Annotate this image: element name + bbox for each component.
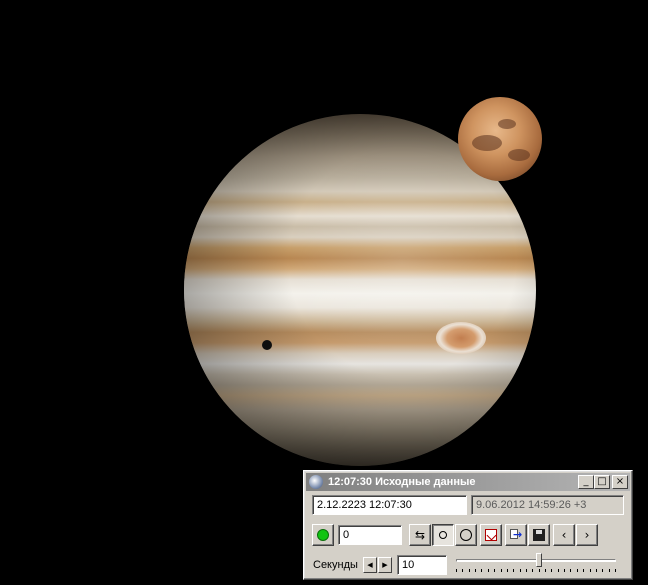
prev-icon: ‹: [561, 528, 567, 542]
seconds-field[interactable]: 10: [397, 555, 447, 575]
minimize-button[interactable]: _: [578, 475, 594, 489]
slider-tick: [545, 569, 546, 572]
speed-slider-thumb[interactable]: [536, 553, 543, 567]
slider-tick: [577, 569, 578, 572]
slider-tick: [462, 569, 463, 572]
app-icon[interactable]: [309, 475, 323, 489]
slider-tick: [526, 569, 527, 572]
window-titlebar[interactable]: 12:07:30 Исходные данные _ □ ×: [306, 473, 630, 491]
counter-field[interactable]: 0: [338, 525, 402, 545]
slider-tick: [488, 569, 489, 572]
slider-tick: [475, 569, 476, 572]
seconds-label: Секунды: [313, 559, 358, 571]
slider-tick: [602, 569, 603, 572]
next-button[interactable]: ›: [576, 524, 598, 546]
prev-button[interactable]: ‹: [553, 524, 575, 546]
big-circle-button[interactable]: [455, 524, 477, 546]
slider-tick: [590, 569, 591, 572]
swap-icon: ⇆: [414, 528, 426, 542]
next-icon: ›: [584, 528, 590, 542]
small-circle-icon: [439, 531, 447, 539]
swap-button[interactable]: ⇆: [409, 524, 431, 546]
source-data-window: 12:07:30 Исходные данные _ □ × 2.12.2223…: [303, 470, 633, 580]
mars-image: [458, 97, 542, 181]
seconds-increase-button[interactable]: ▶: [378, 557, 392, 573]
slider-tick: [551, 569, 552, 572]
start-button[interactable]: [312, 524, 334, 546]
seconds-decrease-button[interactable]: ◀: [363, 557, 377, 573]
export-button[interactable]: [505, 524, 527, 546]
green-dot-icon: [317, 529, 329, 541]
slider-tick: [609, 569, 610, 572]
slider-tick: [570, 569, 571, 572]
slider-tick: [564, 569, 565, 572]
slider-tick: [539, 569, 540, 572]
slider-tick: [615, 569, 616, 572]
slider-tick: [520, 569, 521, 572]
slider-tick: [596, 569, 597, 572]
save-icon: [533, 529, 545, 541]
calendar-button[interactable]: [480, 524, 502, 546]
slider-tick: [469, 569, 470, 572]
big-circle-icon: [460, 529, 472, 541]
small-circle-button[interactable]: [432, 524, 454, 546]
maximize-button[interactable]: □: [594, 475, 610, 489]
slider-tick: [532, 569, 533, 572]
slider-tick: [558, 569, 559, 572]
slider-tick: [507, 569, 508, 572]
current-datetime-field: 9.06.2012 14:59:26 +3: [471, 495, 624, 515]
slider-ticks: [456, 569, 616, 573]
start-datetime-field[interactable]: 2.12.2223 12:07:30: [312, 495, 467, 515]
calendar-icon: [485, 529, 497, 541]
slider-tick: [501, 569, 502, 572]
slider-tick: [456, 569, 457, 572]
close-button[interactable]: ×: [612, 475, 628, 489]
window-title: 12:07:30 Исходные данные: [328, 476, 476, 488]
slider-tick: [494, 569, 495, 572]
export-icon: [510, 529, 522, 541]
slider-tick: [481, 569, 482, 572]
slider-tick: [513, 569, 514, 572]
slider-tick: [583, 569, 584, 572]
save-button[interactable]: [528, 524, 550, 546]
